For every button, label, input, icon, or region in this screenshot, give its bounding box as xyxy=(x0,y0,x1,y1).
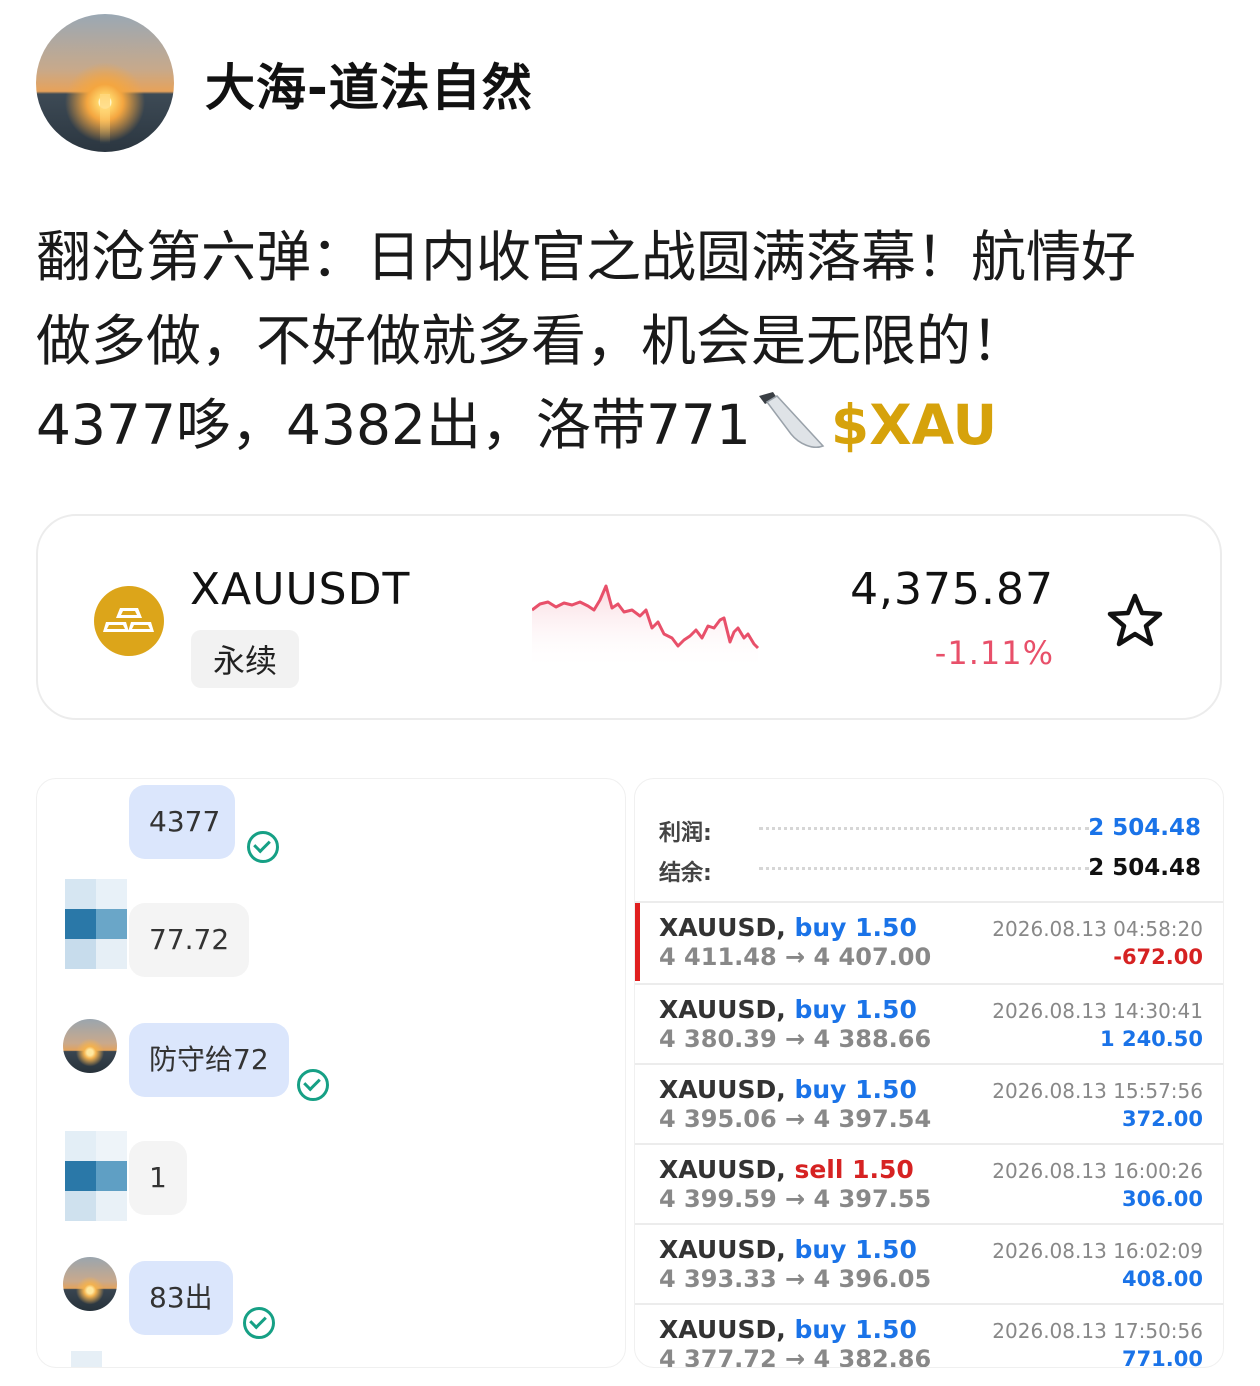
gold-bars-icon xyxy=(94,586,164,656)
balance-label: 结余: xyxy=(659,861,712,886)
post-body: 翻沧第六弹：日内收官之战圆满落幕！航情好 做多做，不好做就多看，机会是无限的！ … xyxy=(36,215,1236,467)
post-line-1: 翻沧第六弹：日内收官之战圆满落幕！航情好 xyxy=(36,225,1137,289)
chat-bubble: 防守给72 xyxy=(129,1023,289,1097)
author-avatar[interactable] xyxy=(36,14,174,152)
trade-row[interactable]: XAUUSD, buy 1.50 4 377.72 → 4 382.86 202… xyxy=(635,1303,1223,1368)
chat-screenshot: 4377 77.72 防守给72 1 83出 xyxy=(36,778,626,1368)
trade-history-screenshot: 利润: 2 504.48 结余: 2 504.48 XAUUSD, buy 1.… xyxy=(634,778,1224,1368)
check-circle-icon xyxy=(297,1069,329,1101)
sparkline-chart xyxy=(532,584,760,670)
chat-bubble: 83出 xyxy=(129,1261,233,1335)
ticker-price: 4,375.87 xyxy=(850,564,1054,615)
post-line-2: 做多做，不好做就多看，机会是无限的！ xyxy=(36,309,1027,373)
kitchen-knife-icon xyxy=(758,392,825,448)
trade-time: 2026.08.13 16:00:26 xyxy=(992,1159,1203,1183)
trade-pnl: -672.00 xyxy=(1113,945,1203,969)
trade-pnl: 306.00 xyxy=(1121,1187,1203,1211)
trade-time: 2026.08.13 15:57:56 xyxy=(992,1079,1203,1103)
perpetual-badge: 永续 xyxy=(191,630,300,688)
trade-pnl: 771.00 xyxy=(1121,1347,1203,1368)
xau-cashtag[interactable]: $XAU xyxy=(831,393,997,457)
chat-bubble: 77.72 xyxy=(129,903,250,977)
pixelated-avatar xyxy=(65,879,127,969)
post-line-3: 4377哆，4382出，洛带771 $XAU xyxy=(36,383,1236,467)
check-circle-icon xyxy=(243,1307,275,1339)
post-line-3-text: 4377哆，4382出，洛带771 xyxy=(36,393,751,457)
user-avatar xyxy=(63,1257,117,1311)
loss-indicator xyxy=(635,903,640,981)
trade-pnl: 1 240.50 xyxy=(1100,1027,1203,1051)
dotted-leader xyxy=(759,867,1089,870)
balance-value: 2 504.48 xyxy=(1088,855,1201,881)
trade-pnl: 372.00 xyxy=(1121,1107,1203,1131)
trade-row[interactable]: XAUUSD, buy 1.50 4 380.39 → 4 388.66 202… xyxy=(635,983,1223,1063)
dotted-leader xyxy=(759,827,1089,830)
profit-value: 2 504.48 xyxy=(1088,815,1201,841)
pixelated-avatar xyxy=(65,1131,127,1221)
trade-row[interactable]: XAUUSD, sell 1.50 4 399.59 → 4 397.55 20… xyxy=(635,1143,1223,1223)
trade-time: 2026.08.13 14:30:41 xyxy=(992,999,1203,1023)
ticker-card[interactable]: XAUUSDT 永续 4,375.87 -1.11% xyxy=(36,514,1222,720)
pixelated-avatar xyxy=(71,1351,133,1367)
trade-row[interactable]: XAUUSD, buy 1.50 4 411.48 → 4 407.00 202… xyxy=(635,901,1223,981)
trade-time: 2026.08.13 04:58:20 xyxy=(992,917,1203,941)
user-avatar xyxy=(63,1019,117,1073)
author-name[interactable]: 大海-道法自然 xyxy=(205,48,533,120)
ticker-symbol: XAUUSDT xyxy=(190,564,411,615)
trade-time: 2026.08.13 16:02:09 xyxy=(992,1239,1203,1263)
star-outline-icon[interactable] xyxy=(1104,590,1166,652)
check-circle-icon xyxy=(247,831,279,863)
trade-pnl: 408.00 xyxy=(1121,1267,1203,1291)
chat-bubble: 1 xyxy=(129,1141,187,1215)
trade-row[interactable]: XAUUSD, buy 1.50 4 393.33 → 4 396.05 202… xyxy=(635,1223,1223,1303)
chat-bubble: 4377 xyxy=(129,785,235,859)
ticker-change: -1.11% xyxy=(934,634,1054,672)
trade-time: 2026.08.13 17:50:56 xyxy=(992,1319,1203,1343)
profit-label: 利润: xyxy=(659,821,712,846)
trade-row[interactable]: XAUUSD, buy 1.50 4 395.06 → 4 397.54 202… xyxy=(635,1063,1223,1143)
